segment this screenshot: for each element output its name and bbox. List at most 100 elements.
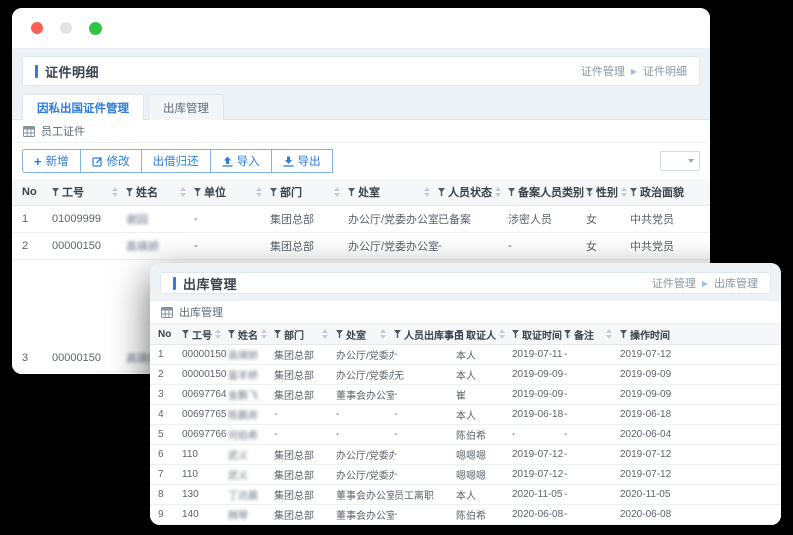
- filter-funnel-icon[interactable]: [228, 330, 235, 338]
- table-row[interactable]: 9 140 韩琴 集团总部 董事会办公室 - 陈伯希 2020-06-08-2020-06-0…: [150, 505, 781, 525]
- filter-funnel-icon[interactable]: [394, 330, 401, 338]
- table-row[interactable]: 8 130 丁达晨 集团总部 董事会办公室 员工离职 本人 2020-11-05-2020-1…: [150, 485, 781, 505]
- table-cell: 110: [182, 449, 198, 460]
- table-cell: 崔: [456, 391, 466, 402]
- sort-carets-icon[interactable]: [621, 187, 627, 197]
- sort-carets-icon[interactable]: [495, 187, 501, 197]
- filter-funnel-icon[interactable]: [456, 330, 463, 338]
- add-button[interactable]: + 新增: [22, 149, 81, 173]
- filter-funnel-icon[interactable]: [348, 188, 355, 196]
- filter-funnel-icon[interactable]: [126, 188, 133, 196]
- table-row[interactable]: 7110武义集团总部办公厅/党委办公室-嗯嗯嗯2019-07-12-2019-0…: [150, 465, 781, 485]
- table-cell: 女: [586, 241, 597, 253]
- edit-button[interactable]: 修改: [79, 149, 142, 173]
- sort-carets-icon[interactable]: [180, 187, 186, 197]
- table-cell: -: [512, 429, 516, 440]
- column-header-label: 工号: [62, 187, 84, 199]
- edit-icon: [91, 156, 103, 167]
- sort-carets-icon[interactable]: [215, 329, 221, 339]
- filter-funnel-icon[interactable]: [586, 188, 593, 196]
- employee-name-cell: 何伯希: [228, 431, 258, 442]
- column-header-label: No: [158, 328, 172, 340]
- table-cell: 涉密人员: [508, 214, 552, 226]
- sort-carets-icon[interactable]: [606, 329, 612, 339]
- column-header[interactable]: 工号: [52, 184, 126, 200]
- filter-funnel-icon[interactable]: [630, 188, 637, 196]
- column-header-label: 部门: [280, 187, 302, 199]
- column-header-label: 取证时间: [522, 330, 562, 342]
- filter-funnel-icon[interactable]: [336, 330, 343, 338]
- filter-funnel-icon[interactable]: [620, 330, 627, 338]
- close-window-button[interactable]: [31, 22, 43, 34]
- column-header[interactable]: 工号: [182, 327, 228, 342]
- column-header[interactable]: 操作时间: [620, 327, 760, 342]
- sort-carets-icon[interactable]: [322, 329, 328, 339]
- table-row[interactable]: 200000150富丰娇集团总部办公厅/党委办公室无本人2019-09-09-2…: [150, 365, 781, 385]
- table-row[interactable]: 4 00697765 陈鹏弃 - - - 本人 2019-06-18-2019-06-18: [150, 405, 781, 425]
- table-row[interactable]: 100000150高瑛娇集团总部办公厅/党委办公室-本人2019-07-11-2…: [150, 345, 781, 365]
- table-cell: 嗯嗯嗯: [456, 451, 486, 462]
- filter-funnel-icon[interactable]: [512, 330, 519, 338]
- filter-funnel-icon[interactable]: [564, 330, 571, 338]
- column-header-label: 操作时间: [630, 330, 670, 342]
- filter-funnel-icon[interactable]: [52, 188, 59, 196]
- column-header[interactable]: 取证时间: [512, 327, 571, 342]
- breadcrumb-arrow-icon: ▶: [701, 278, 708, 288]
- table-cell: -: [336, 429, 340, 440]
- column-header[interactable]: 姓名: [228, 327, 274, 342]
- lend-return-button[interactable]: 出借归还: [140, 149, 211, 173]
- breadcrumb-root[interactable]: 证件管理: [581, 63, 625, 79]
- column-header[interactable]: 单位: [194, 184, 270, 200]
- sort-carets-icon[interactable]: [112, 187, 118, 197]
- column-header[interactable]: 备案人员类别: [508, 184, 593, 200]
- table-section-header: 出库管理: [150, 301, 781, 324]
- column-header[interactable]: 处室: [336, 327, 394, 342]
- page-title: 出库管理: [183, 276, 238, 292]
- table-cell: 130: [182, 489, 199, 500]
- sort-carets-icon[interactable]: [380, 329, 386, 339]
- breadcrumb-root[interactable]: 证件管理: [652, 275, 696, 291]
- breadcrumb-current: 出库管理: [714, 278, 758, 290]
- column-header[interactable]: 人员状态: [438, 184, 508, 200]
- filter-select[interactable]: [660, 151, 700, 171]
- filter-funnel-icon[interactable]: [438, 188, 445, 196]
- filter-funnel-icon[interactable]: [194, 188, 201, 196]
- minimize-window-button[interactable]: [60, 22, 72, 34]
- tab-private-overseas-certificates[interactable]: 因私出国证件管理: [22, 94, 144, 120]
- column-header[interactable]: 处室: [348, 184, 438, 200]
- table-cell: 2020-06-08: [512, 509, 564, 520]
- column-header[interactable]: 性别: [586, 184, 630, 200]
- table-cell: 董事会办公室: [336, 391, 394, 402]
- table-row[interactable]: 6110武义集团总部办公厅/党委办公室-嗯嗯嗯2019-07-12-2019-0…: [150, 445, 781, 465]
- sort-carets-icon[interactable]: [261, 329, 267, 339]
- table-cell: -: [394, 409, 398, 420]
- filter-funnel-icon[interactable]: [182, 330, 189, 338]
- table-cell: 2019-09-09: [620, 369, 672, 380]
- table-row[interactable]: 5 00697766 何伯希 - - - 陈伯希 - - 2020-06-04: [150, 425, 781, 445]
- sort-carets-icon[interactable]: [499, 329, 505, 339]
- column-header[interactable]: 备注: [564, 327, 620, 342]
- sort-carets-icon[interactable]: [424, 187, 430, 197]
- sort-carets-icon[interactable]: [256, 187, 262, 197]
- filter-funnel-icon[interactable]: [274, 330, 281, 338]
- import-button[interactable]: 导入: [209, 149, 272, 173]
- column-header[interactable]: 政治面貌: [630, 184, 700, 200]
- column-header[interactable]: 部门: [270, 184, 348, 200]
- export-button[interactable]: 导出: [270, 149, 333, 173]
- table-row[interactable]: 1 01009999 谢园 - 集团总部 办公厅/党委办公室 已备案 涉密人员 女 中共党员: [12, 206, 710, 233]
- table-row[interactable]: 3 00697764 金鹏飞 集团总部 董事会办公室 - 崔 2019-09-09-2019-…: [150, 385, 781, 405]
- filter-funnel-icon[interactable]: [508, 188, 515, 196]
- table-cell: 女: [586, 214, 597, 226]
- column-header[interactable]: 部门: [274, 327, 336, 342]
- column-header[interactable]: 取证人: [456, 327, 512, 342]
- table-cell: 2019-07-12: [620, 349, 672, 360]
- column-header[interactable]: 人员出库事由: [394, 327, 473, 342]
- table-row[interactable]: 2 00000150 高瑛娇 - 集团总部 办公厅/党委办公室 - - 女中共党员: [12, 233, 710, 260]
- column-header[interactable]: 姓名: [126, 184, 194, 200]
- filter-funnel-icon[interactable]: [270, 188, 277, 196]
- maximize-window-button[interactable]: [89, 21, 102, 35]
- table-cell: 2: [22, 240, 29, 252]
- tab-outbound-management[interactable]: 出库管理: [148, 94, 224, 120]
- section-title: 员工证件: [41, 126, 85, 138]
- sort-carets-icon[interactable]: [334, 187, 340, 197]
